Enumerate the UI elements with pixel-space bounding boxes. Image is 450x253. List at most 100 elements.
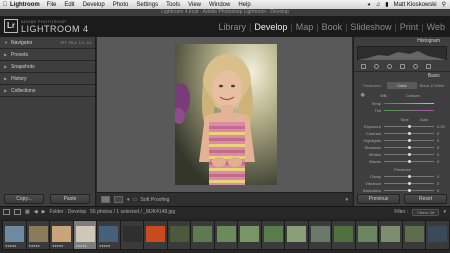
apple-icon[interactable]:  (0, 2, 10, 8)
menu-edit[interactable]: Edit (64, 2, 74, 8)
saturation-thumb[interactable] (407, 189, 411, 192)
navigator-zoom-options[interactable]: FIT FILL 1:1 3:1 (61, 40, 95, 45)
module-print[interactable]: Print (398, 22, 421, 32)
menu-photo[interactable]: Photo (113, 2, 129, 8)
filmstrip-thumbnail[interactable]: ★★★★★ (2, 220, 27, 250)
filmstrip-thumbnail[interactable]: ★★★★★ (25, 220, 51, 250)
treatment-color-tab[interactable]: Color (387, 82, 417, 89)
clarity-thumb[interactable] (407, 175, 411, 178)
white-balance-eyedropper-icon[interactable]: ❖ (360, 92, 365, 99)
highlights-slider[interactable]: Highlights 0 (357, 138, 447, 144)
clarity-slider[interactable]: Clarity 0 (357, 174, 447, 180)
filmstrip-thumbnail[interactable] (119, 220, 145, 250)
toolbar-menu-icon[interactable]: ▾ (345, 197, 352, 203)
adjustment-brush-icon[interactable] (426, 63, 431, 69)
graduated-filter-icon[interactable] (400, 63, 405, 69)
crop-tool-icon[interactable] (361, 63, 366, 69)
filmstrip[interactable]: ★★★★★ ★★★★★ ★★★★★ ★★★★★ ★★★★★ (0, 217, 450, 253)
reset-button[interactable]: Reset (404, 194, 447, 204)
forward-arrow-icon[interactable]: ▶ (42, 209, 46, 215)
module-map[interactable]: Map (294, 22, 316, 32)
filmstrip-thumbnail[interactable] (425, 220, 450, 250)
clarity-track[interactable] (384, 175, 434, 178)
menu-app-name[interactable]: Lightroom (10, 2, 40, 8)
histogram-header[interactable]: Histogram (354, 37, 450, 46)
rating-stars[interactable]: ★★★★★ (76, 244, 87, 248)
menu-file[interactable]: File (47, 2, 57, 8)
filmstrip-thumbnail[interactable] (284, 220, 309, 250)
menu-help[interactable]: Help (238, 2, 250, 8)
contrast-slider[interactable]: Contrast 0 (357, 131, 447, 137)
menu-view[interactable]: View (188, 2, 201, 8)
battery-icon[interactable]: ▮ (385, 1, 388, 8)
photo-girl-portrait[interactable] (175, 44, 277, 185)
before-after-dropdown-icon[interactable]: ▾ (127, 197, 130, 203)
filmstrip-thumbnail[interactable]: ★★★★★ (96, 220, 121, 250)
blacks-thumb[interactable] (407, 160, 411, 163)
vibrance-thumb[interactable] (407, 182, 411, 185)
filmstrip-thumbnail[interactable] (378, 220, 403, 250)
contrast-track[interactable] (384, 132, 434, 135)
vibrance-track[interactable] (384, 182, 434, 185)
module-library[interactable]: Library (216, 22, 248, 32)
rating-stars[interactable]: ★★★★★ (52, 244, 63, 248)
tint-slider[interactable]: Tint (357, 108, 447, 114)
filmstrip-thumbnail[interactable] (237, 220, 262, 250)
loupe-view-icon[interactable] (101, 196, 110, 203)
wb-value-dropdown[interactable]: Custom (406, 93, 420, 98)
blacks-value[interactable]: 0 (437, 159, 439, 165)
back-arrow-icon[interactable]: ◀ (34, 209, 38, 215)
paste-button[interactable]: Paste (50, 194, 90, 204)
whites-slider[interactable]: Whites 0 (357, 152, 447, 158)
filmstrip-toggle-icon[interactable]: ▾ (443, 209, 450, 215)
filmstrip-thumbnail[interactable]: ★★★★★ (49, 220, 74, 250)
whites-thumb[interactable] (407, 153, 411, 156)
basic-header[interactable]: Basic (354, 71, 450, 80)
tone-auto-button[interactable]: Auto (420, 117, 428, 122)
menu-window[interactable]: Window (209, 2, 230, 8)
shadows-track[interactable] (384, 146, 434, 149)
filmstrip-thumbnail[interactable] (307, 220, 333, 250)
temp-slider[interactable]: Temp (357, 101, 447, 107)
navigator-header[interactable]: ▼ Navigator FIT FILL 1:1 3:1 (0, 37, 95, 49)
filmstrip-thumbnail[interactable] (213, 220, 239, 250)
treatment-bw-tab[interactable]: Black & White (417, 82, 447, 89)
highlights-track[interactable] (384, 139, 434, 142)
filmstrip-thumbnail[interactable] (190, 220, 215, 250)
exposure-slider[interactable]: Exposure 0.00 (357, 124, 447, 130)
menu-settings[interactable]: Settings (136, 2, 158, 8)
volume-icon[interactable]: ♫ (376, 2, 381, 8)
exposure-value[interactable]: 0.00 (437, 124, 445, 130)
highlights-thumb[interactable] (407, 139, 411, 142)
module-develop[interactable]: Develop (252, 22, 289, 32)
rating-stars[interactable]: ★★★★★ (5, 244, 16, 248)
contrast-thumb[interactable] (407, 132, 411, 135)
before-after-view-icon[interactable] (114, 196, 123, 203)
filmstrip-thumbnail[interactable] (354, 220, 380, 250)
module-book[interactable]: Book (320, 22, 345, 32)
radial-filter-icon[interactable] (413, 63, 418, 69)
user-name[interactable]: Matt Kloskowski (394, 2, 437, 8)
filter-select[interactable]: Filters Off (412, 208, 440, 216)
module-slideshow[interactable]: Slideshow (348, 22, 393, 32)
blacks-slider[interactable]: Blacks 0 (357, 159, 447, 165)
shadows-slider[interactable]: Shadows 0 (357, 145, 447, 151)
saturation-track[interactable] (384, 189, 434, 192)
vibrance-value[interactable]: 0 (437, 181, 439, 187)
second-window-icon[interactable] (14, 209, 21, 215)
spotlight-search-icon[interactable]: ⚲ (442, 1, 446, 8)
filmstrip-thumbnail[interactable] (260, 220, 286, 250)
temp-track[interactable] (384, 103, 434, 104)
red-eye-tool-icon[interactable] (387, 63, 392, 69)
soft-proofing-checkbox[interactable]: □ (134, 197, 137, 203)
filmstrip-source[interactable]: Folder : Develop (49, 209, 86, 215)
presets-header[interactable]: ▶ Presets (0, 49, 95, 61)
image-canvas[interactable] (97, 37, 352, 192)
highlights-value[interactable]: 0 (437, 138, 439, 144)
contrast-value[interactable]: 0 (437, 131, 439, 137)
exposure-thumb[interactable] (407, 125, 411, 128)
filmstrip-thumbnail[interactable] (166, 220, 192, 250)
main-window-icon[interactable] (3, 209, 10, 215)
shadows-value[interactable]: 0 (437, 145, 439, 151)
rating-stars[interactable]: ★★★★★ (99, 244, 110, 248)
